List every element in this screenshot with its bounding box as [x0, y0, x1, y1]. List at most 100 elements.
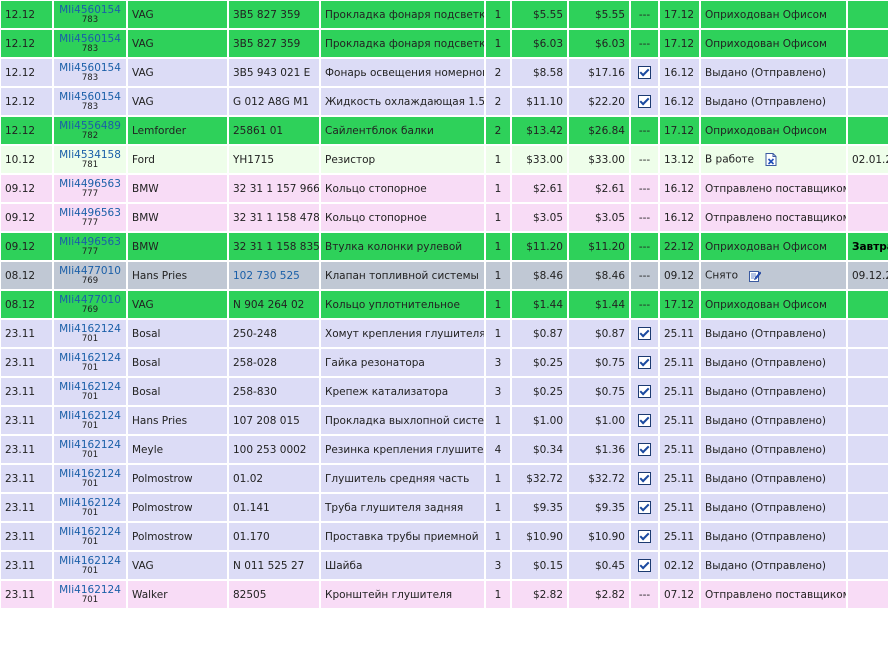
unit-price: $0.25 [512, 378, 567, 405]
order-number-cell: MIi4162124 701 [54, 320, 126, 347]
brand: BMW [128, 204, 227, 231]
brand: Ford [128, 146, 227, 173]
brand: VAG [128, 59, 227, 86]
issued-cell: --- [631, 233, 658, 260]
quantity: 1 [486, 175, 510, 202]
table-row: 23.11 MIi4162124 701 Bosal 258-830 Крепе… [1, 378, 888, 405]
quantity: 1 [486, 146, 510, 173]
total-sum: $1.36 [569, 436, 629, 463]
order-date: 12.12 [1, 117, 52, 144]
order-sub-number: 783 [81, 15, 99, 25]
issued-checkbox[interactable] [638, 66, 651, 79]
part-name: Прокладка фонаря подсветки номера [321, 30, 484, 57]
delivery-date: 16.12 [660, 175, 699, 202]
status-cell: Выдано (Отправлено) [701, 523, 846, 550]
order-sub-number: 701 [81, 363, 99, 373]
unit-price: $2.61 [512, 175, 567, 202]
status-cell: Выдано (Отправлено) [701, 59, 846, 86]
table-row: 23.11 MIi4162124 701 Polmostrow 01.170 П… [1, 523, 888, 550]
extra-date [848, 349, 888, 376]
issued-cell: --- [631, 291, 658, 318]
article-number: 258-830 [229, 378, 319, 405]
unit-price: $6.03 [512, 30, 567, 57]
article-number: 107 208 015 [229, 407, 319, 434]
article-number: N 904 264 02 [229, 291, 319, 318]
issued-checkbox[interactable] [638, 414, 651, 427]
order-date: 12.12 [1, 30, 52, 57]
status-text: Выдано (Отправлено) [705, 95, 827, 108]
status-cell: Оприходован Офисом [701, 117, 846, 144]
issued-cell [631, 494, 658, 521]
quantity: 1 [486, 494, 510, 521]
status-cell: Выдано (Отправлено) [701, 378, 846, 405]
table-row: 10.12 MIi4534158 781 Ford YH1715 Резисто… [1, 146, 888, 173]
part-name: Резистор [321, 146, 484, 173]
status-text: Оприходован Офисом [705, 37, 827, 50]
order-date: 23.11 [1, 552, 52, 579]
extra-date [848, 320, 888, 347]
unit-price: $32.72 [512, 465, 567, 492]
status-cell: Оприходован Офисом [701, 1, 846, 28]
order-date: 23.11 [1, 523, 52, 550]
total-sum: $1.44 [569, 291, 629, 318]
issued-placeholder: --- [638, 153, 651, 166]
order-date: 12.12 [1, 88, 52, 115]
issued-placeholder: --- [638, 8, 651, 21]
article-number: 32 31 1 158 835 [229, 233, 319, 260]
extra-date [848, 378, 888, 405]
brand: Bosal [128, 349, 227, 376]
extra-date [848, 175, 888, 202]
order-sub-number: 701 [81, 508, 99, 518]
unit-price: $11.10 [512, 88, 567, 115]
quantity: 1 [486, 291, 510, 318]
issued-placeholder: --- [638, 182, 651, 195]
total-sum: $1.00 [569, 407, 629, 434]
issued-checkbox[interactable] [638, 501, 651, 514]
total-sum: $5.55 [569, 1, 629, 28]
quantity: 4 [486, 436, 510, 463]
issued-cell [631, 320, 658, 347]
order-sub-number: 783 [81, 44, 99, 54]
order-number-cell: MIi4162124 701 [54, 581, 126, 608]
order-date: 23.11 [1, 320, 52, 347]
issued-checkbox[interactable] [638, 530, 651, 543]
issued-checkbox[interactable] [638, 559, 651, 572]
order-sub-number: 701 [81, 537, 99, 547]
issued-checkbox[interactable] [638, 356, 651, 369]
status-cell: Выдано (Отправлено) [701, 436, 846, 463]
issued-checkbox[interactable] [638, 95, 651, 108]
status-cell: Снято [701, 262, 846, 289]
brand: Meyle [128, 436, 227, 463]
article-link[interactable]: 102 730 525 [229, 262, 319, 289]
issued-cell [631, 523, 658, 550]
delivery-date: 02.12 [660, 552, 699, 579]
part-name: Клапан топливной системы [321, 262, 484, 289]
quantity: 1 [486, 262, 510, 289]
extra-date [848, 523, 888, 550]
issued-checkbox[interactable] [638, 443, 651, 456]
status-text: Оприходован Офисом [705, 124, 827, 137]
article-number: 3B5 827 359 [229, 30, 319, 57]
unit-price: $8.46 [512, 262, 567, 289]
brand: Polmostrow [128, 494, 227, 521]
quantity: 3 [486, 378, 510, 405]
part-name: Сайлентблок балки [321, 117, 484, 144]
total-sum: $6.03 [569, 30, 629, 57]
edit-note-icon[interactable] [749, 269, 762, 282]
order-date: 08.12 [1, 262, 52, 289]
delete-document-icon[interactable] [765, 153, 777, 166]
status-text: Отправлено поставщиком [705, 182, 846, 195]
extra-date [848, 465, 888, 492]
order-number-cell: MIi4162124 701 [54, 552, 126, 579]
part-name: Проставка трубы приемной [321, 523, 484, 550]
issued-checkbox[interactable] [638, 385, 651, 398]
brand: BMW [128, 175, 227, 202]
article-number: G 012 A8G M1 [229, 88, 319, 115]
delivery-date: 22.12 [660, 233, 699, 260]
issued-checkbox[interactable] [638, 472, 651, 485]
issued-cell: --- [631, 1, 658, 28]
status-cell: Выдано (Отправлено) [701, 407, 846, 434]
order-number-cell: MIi4560154 783 [54, 88, 126, 115]
issued-checkbox[interactable] [638, 327, 651, 340]
table-row: 12.12 MIi4560154 783 VAG G 012 A8G M1 Жи… [1, 88, 888, 115]
